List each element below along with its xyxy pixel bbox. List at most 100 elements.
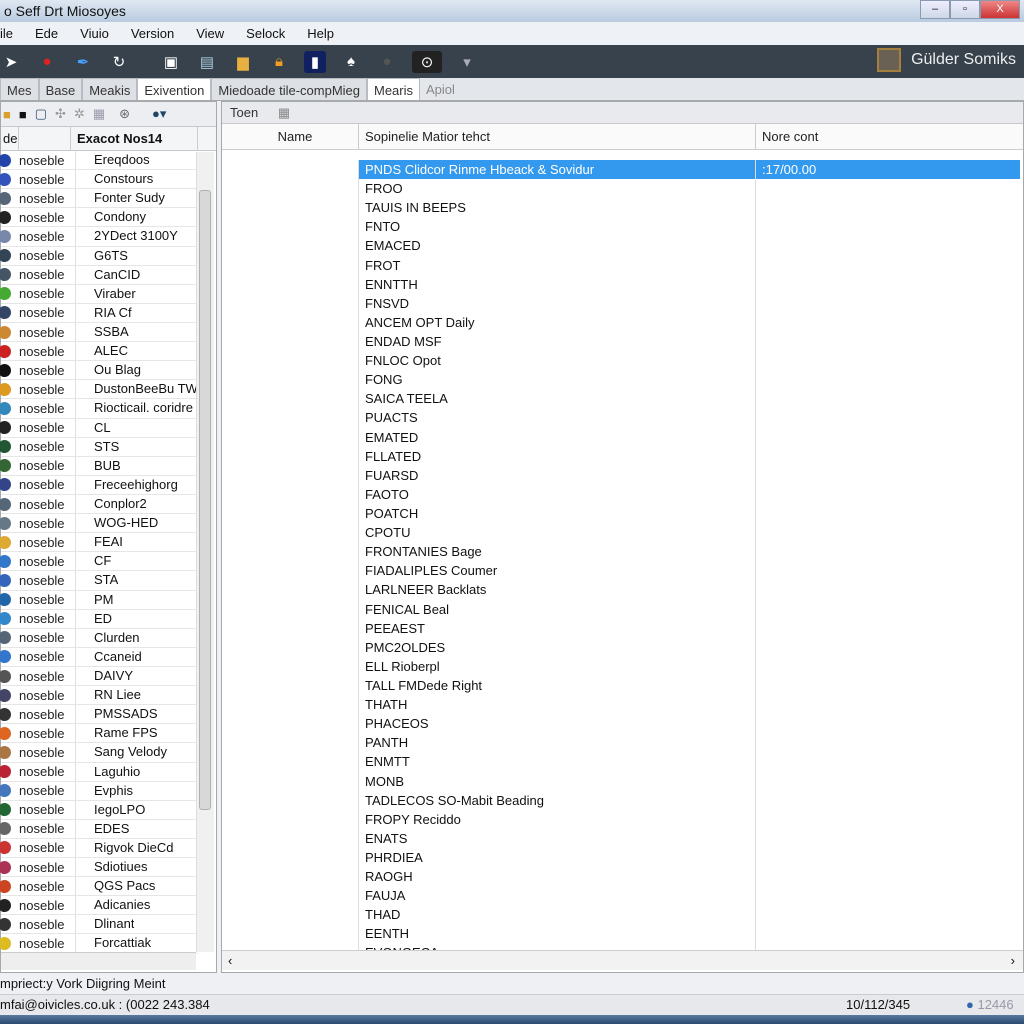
menu-select[interactable]: Selock [246,26,285,45]
list-item[interactable]: noseble STS [0,437,198,457]
list-item[interactable]: noseble DustonBeeBu TW [0,380,198,400]
list-item[interactable]: noseble PM [0,590,198,610]
list-item[interactable]: noseble Ereqdoos [0,151,198,171]
list-item[interactable]: noseble STA [0,571,198,591]
tab-mearis[interactable]: Mearis [367,78,421,100]
table-row[interactable]: EMATED [358,427,1020,447]
list-item[interactable]: noseble FEAI [0,533,198,553]
menu-help[interactable]: Help [307,26,334,45]
table-row[interactable]: TALL FMDede Right [358,675,1020,696]
tab-base[interactable]: Base [38,78,83,100]
table-row[interactable]: PHRDIEA [358,847,1020,868]
table-row[interactable]: POATCH [358,503,1020,524]
save-icon[interactable]: ▢ [35,106,47,122]
table-row[interactable]: FNLOC Opot [358,351,1020,371]
list-item[interactable]: noseble Rigvok DieCd [0,838,198,859]
tab-meakis[interactable]: Meakis [82,78,138,100]
table-row[interactable]: FNSVD [358,293,1020,313]
minimize-button[interactable]: – [920,0,950,19]
tab-apiol[interactable]: Apiol [420,78,461,100]
table-row[interactable]: FLLATED [358,446,1020,466]
tab-exivention[interactable]: Exivention [137,78,212,100]
list-item[interactable]: noseble RIA Cf [0,303,198,323]
list-item[interactable]: noseble Riocticail. coridre [0,399,198,419]
left-horizontal-scrollbar[interactable] [1,952,196,970]
col-blank[interactable] [19,127,71,150]
table-row[interactable]: ANCEM OPT Daily [358,312,1020,332]
list-item[interactable]: noseble Condony [0,208,198,228]
table-row[interactable]: FROO [358,179,1020,199]
list-item[interactable]: noseble Forcattiak [0,934,198,954]
table-row[interactable]: THAD [358,905,1020,925]
menu-file[interactable]: ile [0,26,13,45]
menu-video[interactable]: Viuio [80,26,109,45]
table-row[interactable]: LARLNEER Backlats [358,580,1020,600]
list-item[interactable]: noseble QGS Pacs [0,877,198,897]
list-item[interactable]: noseble 2YDect 3100Y [0,227,198,247]
table-row[interactable]: THATH [358,695,1020,715]
list-item[interactable]: noseble Fonter Sudy [0,189,198,209]
image-icon[interactable]: ▣ [160,51,182,73]
scroll-left-icon[interactable]: ‹ [228,953,232,968]
chart-icon[interactable]: ▮ [304,50,326,73]
list-item[interactable]: noseble IegoLPO [0,800,198,820]
globe-icon[interactable]: ⊛ [119,106,130,122]
col-name[interactable]: Name [222,124,358,149]
list-item[interactable]: noseble Sdiotiues [0,858,198,878]
list-item[interactable]: noseble Constours [0,170,198,190]
menu-version[interactable]: Version [131,26,174,45]
list-item[interactable]: noseble DAIVY [0,666,198,687]
list-item[interactable]: noseble Dlinant [0,915,198,935]
table-row[interactable]: PHACEOS [358,714,1020,734]
table-row[interactable]: SAICA TEELA [358,389,1020,409]
tree-icon[interactable]: ♠ [340,51,362,73]
list-item[interactable]: noseble Laguhio [0,762,198,782]
list-item[interactable]: noseble ALEC [0,342,198,362]
user-icon[interactable]: ● [36,51,58,73]
col-description[interactable]: Sopinelie Matior tehct [358,124,755,149]
camera-icon[interactable]: ■ [19,107,27,122]
list-item[interactable]: noseble Ou Blag [0,361,198,381]
table-row[interactable]: PEEAEST [358,618,1020,638]
list-item[interactable]: noseble G6TS [0,246,198,266]
list-item[interactable]: noseble CanCID [0,265,198,285]
eye-icon[interactable]: ⊙ [412,50,442,73]
col-name[interactable]: Exacot Nos14 [71,127,198,150]
table-row[interactable]: ENDAD MSF [358,331,1020,352]
table-row[interactable]: FRONTANIES Bage [358,542,1020,562]
table-row[interactable]: EENTH [358,924,1020,944]
menu-edit[interactable]: Ede [35,26,58,45]
list-item[interactable]: noseble CF [0,552,198,572]
table-row[interactable]: EMACED [358,236,1020,256]
move-icon[interactable]: ✣ [55,106,66,122]
menu-view[interactable]: View [196,26,224,45]
list-item[interactable]: noseble SSBA [0,322,198,343]
table-row[interactable]: TADLECOS SO-Mabit Beading [358,790,1020,810]
table-row[interactable]: ENMTT [358,752,1020,772]
list-item[interactable]: noseble Adicanies [0,896,198,916]
table-row[interactable]: PANTH [358,733,1020,753]
table-row[interactable]: FROPY Reciddo [358,809,1020,829]
col-count[interactable]: Nore cont [755,124,824,149]
table-row[interactable]: ELL Rioberpl [358,656,1020,676]
list-item[interactable]: noseble Ccaneid [0,647,198,667]
maximize-button[interactable]: ▫ [950,0,980,19]
left-scroll-thumb[interactable] [199,190,211,810]
dropdown-icon[interactable]: ▾ [456,51,478,73]
document-icon[interactable]: ▤ [196,51,218,73]
settings-icon[interactable]: ✲ [74,106,85,122]
table-row[interactable]: RAOGH [358,867,1020,887]
record-icon[interactable]: ● [376,51,398,73]
list-item[interactable]: noseble Rame FPS [0,724,198,744]
table-row[interactable]: FAOTO [358,484,1020,504]
tab-miedoade[interactable]: Miedoade tile-compMieg [211,78,367,100]
table-row[interactable]: FROT [358,255,1020,275]
table-row[interactable]: PNDS Clidcor Rinme Hbeack & Sovidur:17/0… [358,160,1020,180]
list-item[interactable]: noseble BUB [0,456,198,476]
table-row[interactable]: CPOTU [358,523,1020,543]
list-item[interactable]: noseble PMSSADS [0,705,198,725]
list-item[interactable]: noseble RN Liee [0,686,198,706]
table-row[interactable]: FAUJA [358,886,1020,906]
table-row[interactable]: ENATS [358,828,1020,848]
feather-icon[interactable]: ✒ [72,51,94,73]
